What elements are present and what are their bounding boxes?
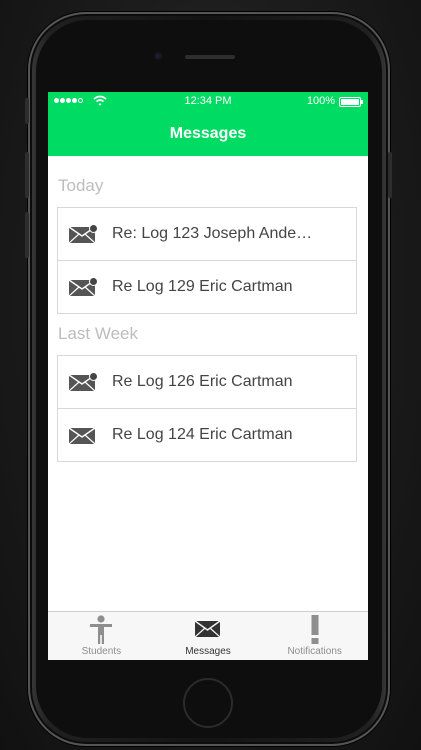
message-subject: Re: Log 123 Joseph Ande… <box>112 225 313 242</box>
section-header-last-week: Last Week <box>58 324 139 343</box>
status-bar: 12:34 PM 100% <box>48 92 368 112</box>
message-list: Today Re: Log 123 Joseph Ande… Re Log 12… <box>48 156 368 611</box>
volume-down-button <box>25 212 29 258</box>
section-header-today: Today <box>58 176 104 195</box>
message-subject: Re Log 126 Eric Cartman <box>112 373 293 390</box>
earpiece-speaker <box>185 55 235 59</box>
power-button <box>388 152 392 198</box>
message-row[interactable]: Re Log 126 Eric Cartman <box>58 356 356 408</box>
mute-switch <box>25 98 29 124</box>
tab-notifications[interactable]: Notifications <box>261 612 368 660</box>
tab-label: Students <box>81 646 122 657</box>
nav-bar: Messages <box>48 112 368 156</box>
app-screen: 12:34 PM 100% Messages Today Re: Log 123… <box>48 92 368 660</box>
page-title: Messages <box>169 125 247 142</box>
volume-up-button <box>25 152 29 198</box>
message-row[interactable]: Re Log 129 Eric Cartman <box>58 260 356 313</box>
front-camera <box>153 51 163 61</box>
tab-messages[interactable]: Messages <box>155 612 262 660</box>
message-group-today: Re: Log 123 Joseph Ande… Re Log 129 Eric… <box>57 207 357 314</box>
home-button[interactable] <box>183 678 233 728</box>
message-group-last-week: Re Log 126 Eric Cartman Re Log 124 Eric … <box>57 355 357 462</box>
tab-students[interactable]: Students <box>48 612 155 660</box>
battery-percentage: 100% <box>306 95 335 107</box>
tab-label: Notifications <box>287 646 342 657</box>
envelope-icon <box>195 620 221 638</box>
battery-icon <box>339 97 363 107</box>
unread-envelope-icon <box>69 225 97 243</box>
person-icon <box>90 615 113 644</box>
message-row[interactable]: Re: Log 123 Joseph Ande… <box>58 208 356 260</box>
unread-envelope-icon <box>69 278 97 296</box>
exclamation-icon <box>311 615 319 644</box>
tab-label: Messages <box>185 646 231 657</box>
message-subject: Re Log 129 Eric Cartman <box>112 278 293 295</box>
message-row[interactable]: Re Log 124 Eric Cartman <box>58 408 356 461</box>
tab-bar: Students Messages Notifications <box>48 611 368 660</box>
unread-envelope-icon <box>69 373 97 391</box>
message-subject: Re Log 124 Eric Cartman <box>112 426 293 443</box>
envelope-icon <box>69 427 96 444</box>
